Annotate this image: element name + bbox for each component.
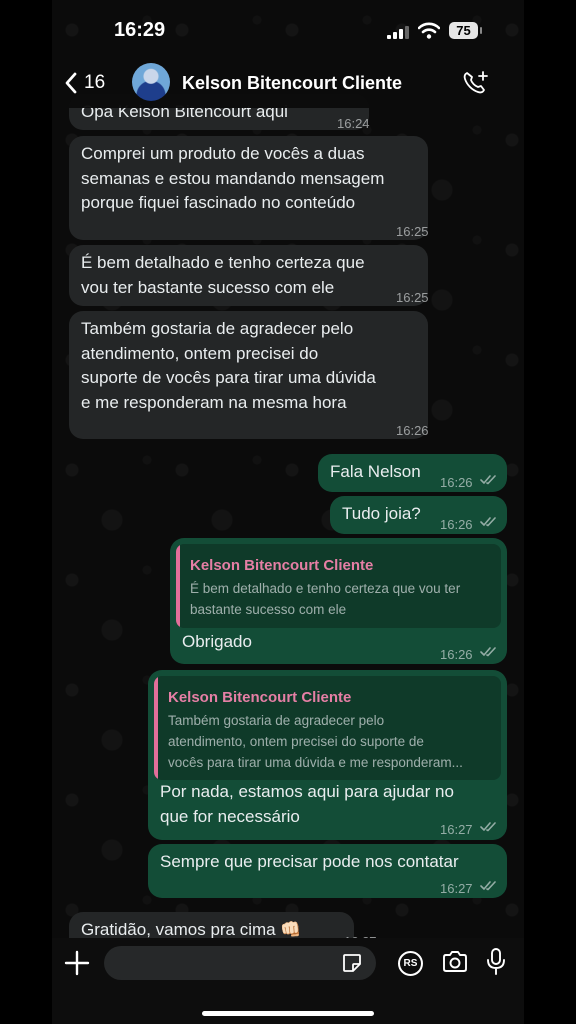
camera-icon[interactable]: [442, 951, 468, 973]
message-text-line: semanas e estou mandando mensagem: [81, 168, 385, 188]
message-text-line: suporte de vocês para tirar uma dúvida: [81, 368, 376, 387]
outgoing-message[interactable]: Kelson Bitencourt Cliente É bem detalhado…: [170, 538, 507, 664]
quote-text-line: atendimento, ontem precisei do suporte d…: [168, 734, 424, 749]
message-input[interactable]: [104, 946, 376, 980]
message-timestamp: 16:25: [396, 224, 429, 239]
chevron-left-icon: [65, 72, 77, 94]
message-text-line: Obrigado: [182, 632, 252, 651]
incoming-message[interactable]: Comprei um produto de vocês a duas semana…: [69, 136, 429, 240]
sticker-icon[interactable]: [342, 953, 362, 973]
status-bar: 16:29 75: [52, 0, 524, 58]
message-timestamp: 16:26: [396, 423, 429, 438]
composer-bar: RS: [52, 938, 524, 1024]
contact-avatar[interactable]: [132, 63, 170, 101]
message-text-line: atendimento, ontem precisei do: [81, 343, 319, 363]
battery-indicator: 75: [449, 22, 478, 39]
quote-text-line: vocês para tirar uma dúvida e me respond…: [168, 755, 463, 770]
wifi-icon: [418, 22, 440, 39]
message-timestamp: 16:25: [396, 290, 429, 305]
microphone-icon[interactable]: [486, 948, 506, 976]
message-text-line: Sempre que precisar pode nos contatar: [160, 852, 459, 871]
message-text-line: Fala Nelson: [330, 462, 421, 481]
chat-screen: Opa Kelson Bitencourt aqui 16:24 Comprei u…: [52, 0, 524, 1024]
double-check-icon: [480, 881, 496, 891]
phone-plus-icon[interactable]: [462, 70, 490, 96]
plus-icon[interactable]: [64, 950, 90, 976]
quote-text-line: bastante sucesso com ele: [190, 602, 347, 617]
message-text-line: Também gostaria de agradecer pelo: [81, 319, 354, 338]
quote-accent-bar: [154, 676, 158, 780]
outgoing-message[interactable]: Tudo joia? 16:26: [330, 496, 507, 534]
quote-text-line: É bem detalhado e tenho certeza que vou …: [190, 581, 461, 596]
outgoing-message[interactable]: Sempre que precisar pode nos contatar 16:…: [148, 844, 507, 898]
message-timestamp: 16:27: [440, 822, 473, 837]
double-check-icon: [480, 822, 496, 832]
message-text-line: que for necessário: [160, 806, 300, 826]
quote-author: Kelson Bitencourt Cliente: [168, 689, 352, 706]
quote-author: Kelson Bitencourt Cliente: [190, 557, 374, 574]
signal-icon: [387, 26, 409, 39]
message-timestamp: 16:26: [440, 647, 473, 662]
message-text-line: Tudo joia?: [342, 504, 421, 523]
incoming-message[interactable]: É bem detalhado e tenho certeza que vou t…: [69, 245, 429, 306]
message-text-line: porque fiquei fascinado no conteúdo: [81, 193, 356, 212]
message-text-line: É bem detalhado e tenho certeza que: [81, 253, 365, 272]
battery-cap: [480, 27, 482, 34]
message-timestamp: 16:26: [440, 475, 473, 490]
message-text-line: Por nada, estamos aqui para ajudar no: [160, 782, 454, 801]
double-check-icon: [480, 517, 496, 527]
message-text-line: Comprei um produto de vocês a duas: [81, 144, 365, 163]
contact-name[interactable]: Kelson Bitencourt Cliente: [182, 73, 402, 94]
incoming-message[interactable]: Também gostaria de agradecer pelo atendim…: [69, 311, 429, 439]
message-text-line: e me responderam na mesma hora: [81, 392, 347, 412]
message-timestamp: 16:24: [337, 116, 370, 131]
back-button[interactable]: 16: [64, 66, 105, 100]
message-timestamp: 16:27: [440, 881, 473, 896]
quote-text-line: Também gostaria de agradecer pelo: [168, 713, 385, 728]
message-text-line: vou ter bastante sucesso com ele: [81, 277, 335, 297]
payment-button[interactable]: RS: [398, 951, 423, 976]
double-check-icon: [480, 647, 496, 657]
home-indicator: [202, 1011, 374, 1016]
unread-count: 16: [84, 72, 106, 93]
message-timestamp: 16:26: [440, 517, 473, 532]
chat-header: 16 Kelson Bitencourt Cliente: [52, 58, 524, 108]
outgoing-message[interactable]: Fala Nelson 16:26: [318, 454, 507, 492]
double-check-icon: [480, 475, 496, 485]
outgoing-message[interactable]: Kelson Bitencourt Cliente Também gostaria…: [148, 670, 507, 840]
quote-accent-bar: [176, 544, 180, 628]
quoted-reply[interactable]: Kelson Bitencourt Cliente Também gostaria…: [154, 676, 501, 780]
status-time: 16:29: [114, 19, 166, 41]
quoted-reply[interactable]: Kelson Bitencourt Cliente É bem detalhado…: [176, 544, 501, 628]
